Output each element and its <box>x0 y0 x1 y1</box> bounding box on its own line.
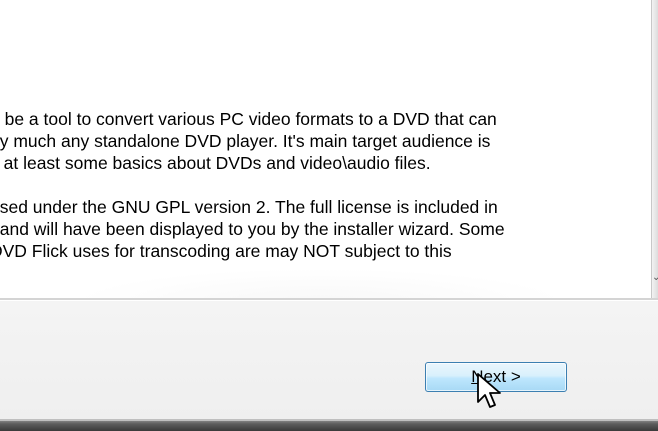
license-line: t and will have been displayed to you by… <box>0 219 505 239</box>
window-bottom-highlight <box>0 419 658 421</box>
installer-window: o be a tool to convert various PC video … <box>0 0 658 431</box>
license-paragraph-1: o be a tool to convert various PC video … <box>0 108 650 174</box>
license-line: tty much any standalone DVD player. It's… <box>0 131 491 151</box>
license-line: v at least some basics about DVDs and vi… <box>0 153 431 173</box>
license-text-panel[interactable]: o be a tool to convert various PC video … <box>0 0 651 298</box>
license-text: o be a tool to convert various PC video … <box>0 108 650 262</box>
license-line: DVD Flick uses for transcoding are may N… <box>0 241 452 261</box>
wizard-footer <box>0 301 658 419</box>
next-button-label: ext > <box>483 367 521 386</box>
scrollbar-edge[interactable] <box>651 0 658 298</box>
license-line: o be a tool to convert various PC video … <box>0 109 497 129</box>
scroll-down-arrow-icon[interactable]: ⌄ <box>652 272 658 284</box>
next-button-mnemonic: N <box>471 367 484 386</box>
license-paragraph-2: nsed under the GNU GPL version 2. The fu… <box>0 196 650 262</box>
license-line: nsed under the GNU GPL version 2. The fu… <box>0 197 498 217</box>
next-button[interactable]: Next > <box>425 362 567 392</box>
